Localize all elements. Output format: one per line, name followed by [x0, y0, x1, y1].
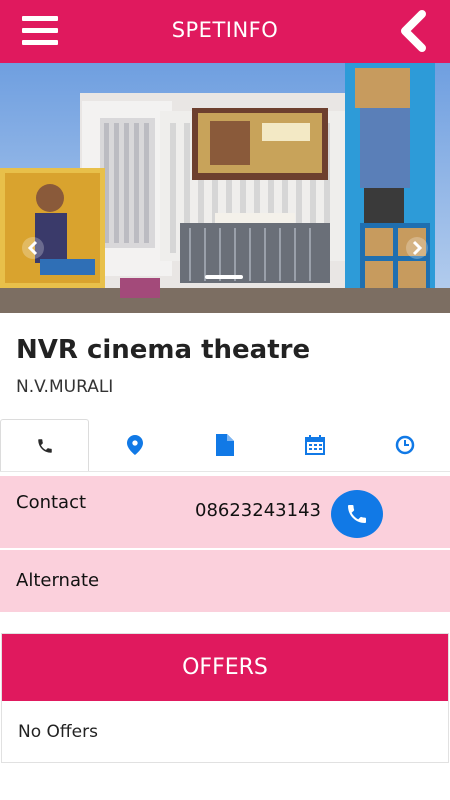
chevron-left-icon	[401, 10, 426, 52]
detail-tabs	[0, 419, 450, 472]
place-name: NVR cinema theatre	[16, 335, 311, 365]
chevron-right-icon	[412, 240, 423, 256]
offers-empty-text: No Offers	[18, 722, 98, 742]
offers-header: OFFERS	[2, 634, 448, 701]
app-bar: SPETINFO	[0, 0, 450, 63]
next-slide-button[interactable]	[406, 237, 428, 259]
document-icon	[215, 434, 234, 456]
phone-number[interactable]: 08623243143	[195, 500, 321, 521]
tab-details[interactable]	[180, 419, 269, 471]
contact-label: Contact	[16, 492, 87, 513]
alternate-row: Alternate	[0, 550, 450, 612]
phone-icon	[348, 505, 366, 523]
call-button[interactable]	[331, 490, 383, 538]
tab-contact[interactable]	[0, 419, 89, 471]
tab-timings[interactable]	[360, 419, 449, 471]
calendar-icon	[304, 435, 325, 455]
back-button[interactable]	[396, 10, 430, 52]
phone-icon	[37, 438, 52, 453]
app-title: SPETINFO	[171, 18, 279, 42]
slide-indicator	[205, 275, 243, 279]
place-info: NVR cinema theatre N.V.MURALI	[0, 313, 450, 418]
contact-row: Contact 08623243143	[0, 476, 450, 548]
chevron-left-icon	[27, 240, 38, 256]
tab-calendar[interactable]	[270, 419, 359, 471]
tab-location[interactable]	[90, 419, 179, 471]
prev-slide-button[interactable]	[22, 237, 44, 259]
clock-icon	[395, 435, 414, 455]
map-marker-icon	[126, 435, 143, 455]
offers-card: OFFERS No Offers	[1, 633, 449, 763]
owner-name: N.V.MURALI	[16, 377, 114, 397]
alternate-label: Alternate	[16, 570, 100, 591]
